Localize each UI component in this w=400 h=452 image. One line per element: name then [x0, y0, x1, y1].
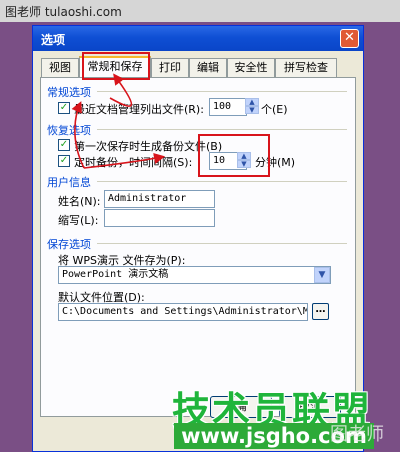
arrow-to-tab: [71, 101, 85, 169]
watermark-corner: 图老师: [330, 424, 384, 445]
arrow-from-checkbox: [109, 73, 133, 107]
arrow-to-interval: [83, 152, 166, 169]
